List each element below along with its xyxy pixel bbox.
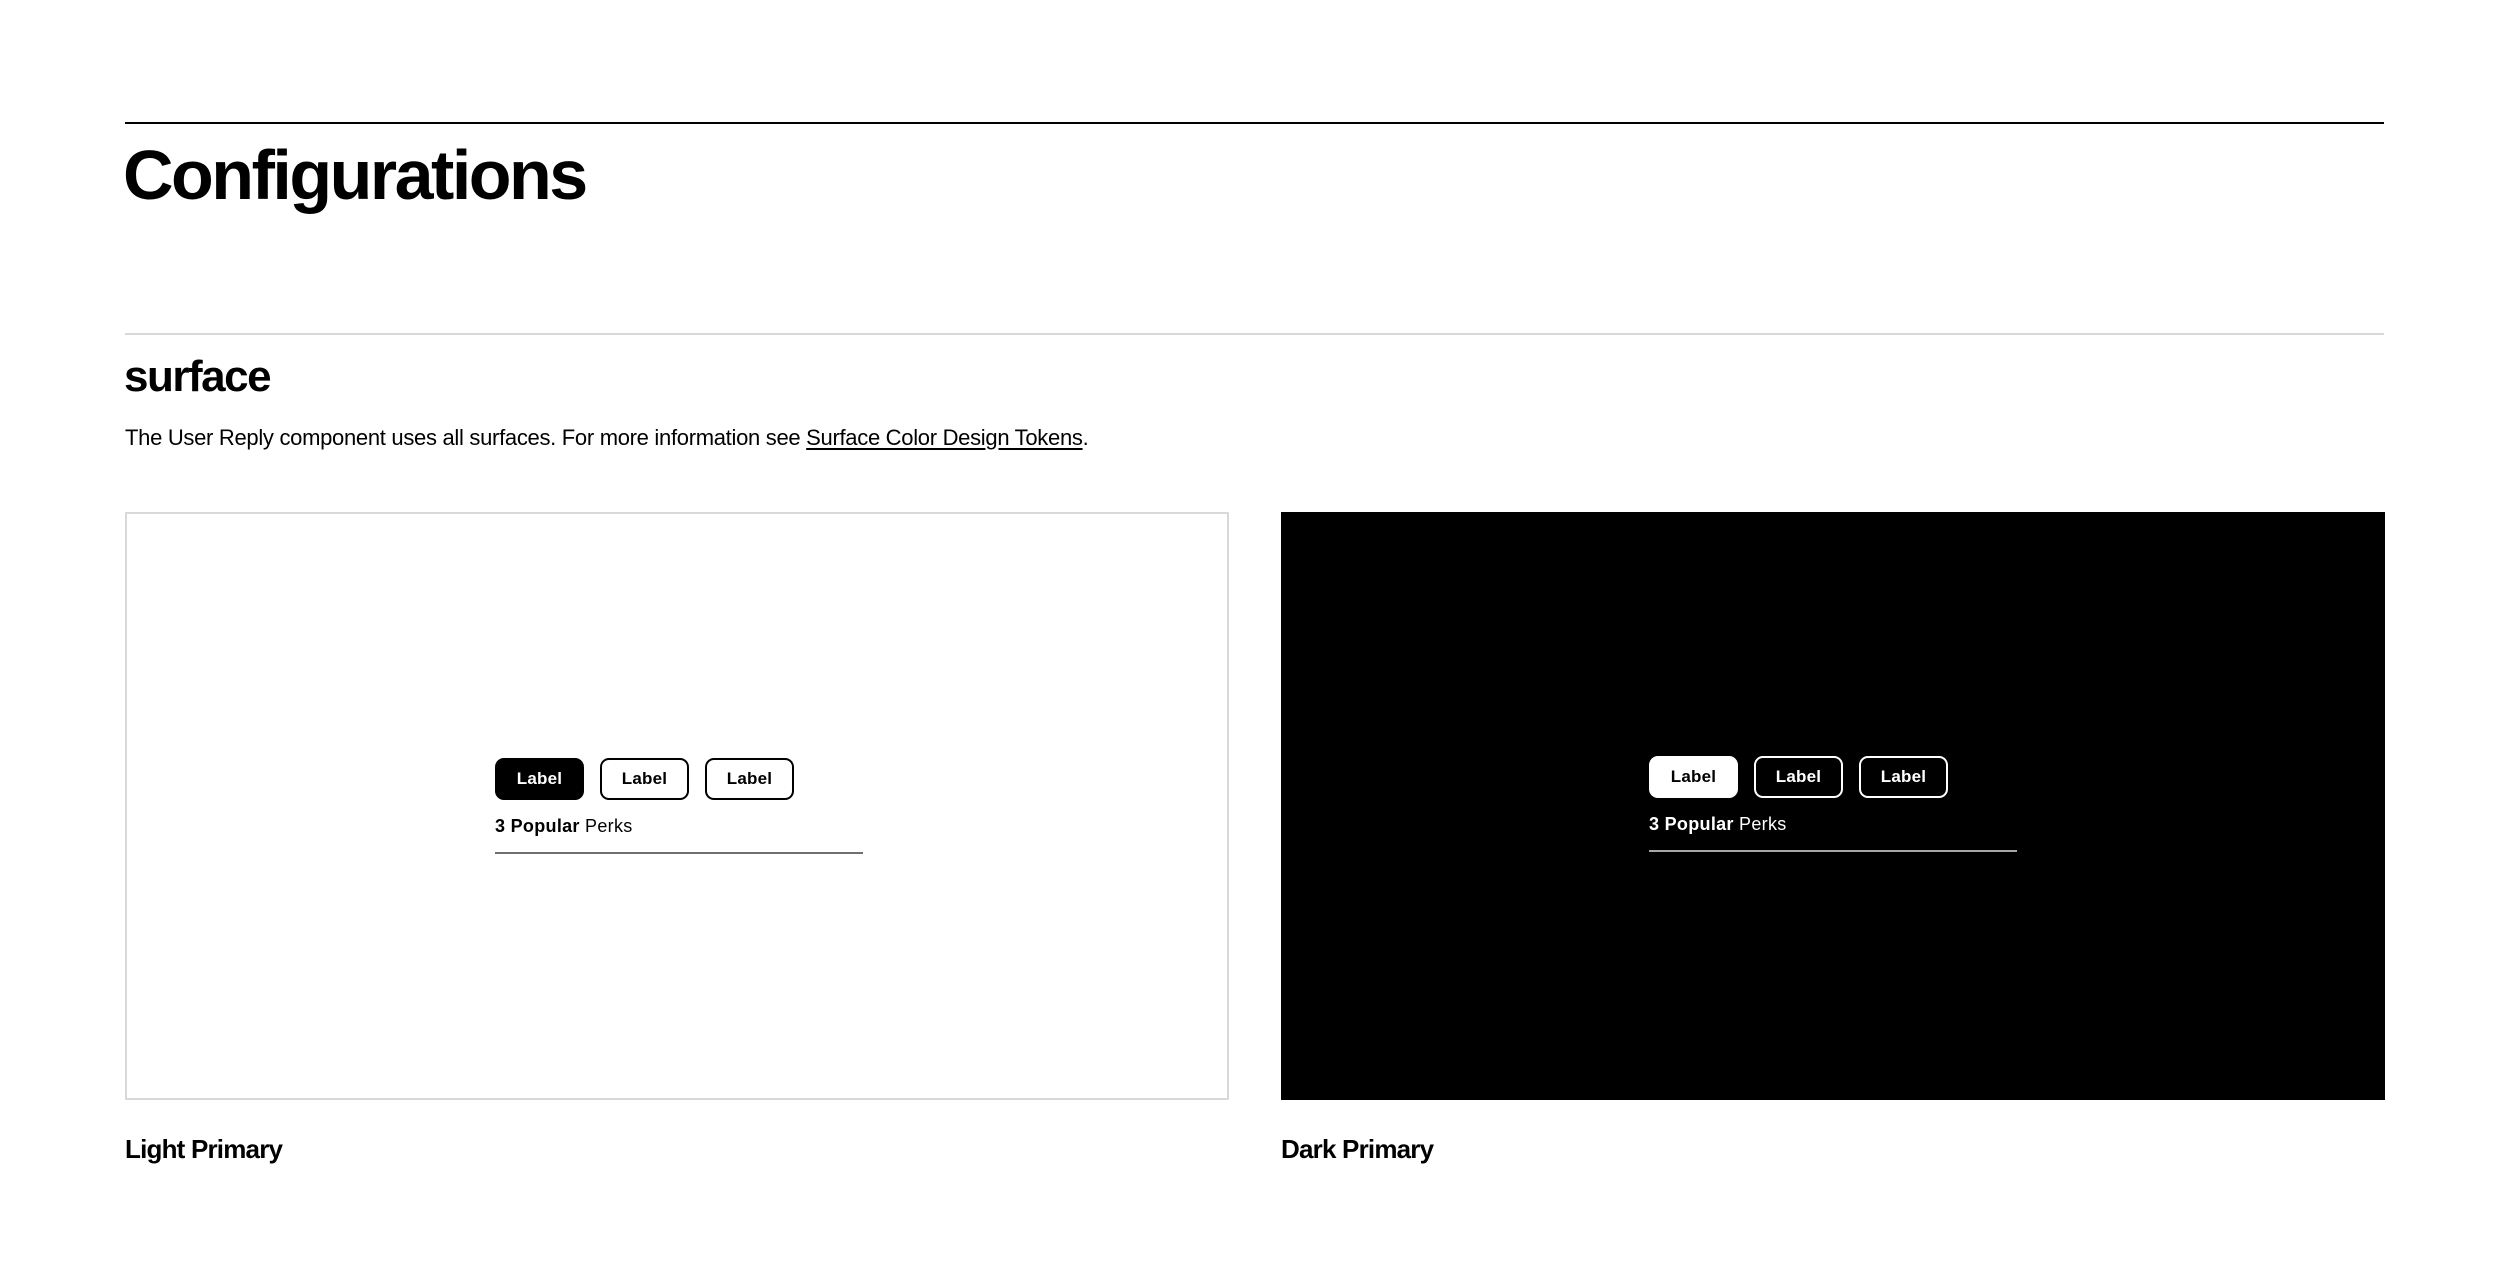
reply-chip[interactable]: Label <box>1859 756 1948 798</box>
section-divider <box>125 333 2384 335</box>
dark-primary-example: Label Label Label 3 Popular Perks <box>1281 512 2385 1100</box>
perks-bold-label: Popular <box>1664 814 1734 834</box>
section-title: surface <box>124 352 272 401</box>
reply-chip[interactable]: Label <box>1754 756 1843 798</box>
perks-label: Perks <box>585 816 633 836</box>
light-primary-caption: Light Primary <box>125 1134 283 1164</box>
reply-chip[interactable]: Label <box>705 758 794 800</box>
top-divider <box>125 122 2384 124</box>
surface-color-tokens-link[interactable]: Surface Color Design Tokens <box>806 425 1083 450</box>
reply-chip-selected[interactable]: Label <box>495 758 584 800</box>
perks-label: Perks <box>1739 814 1787 834</box>
description-text: The User Reply component uses all surfac… <box>125 425 807 450</box>
light-primary-example: Label Label Label 3 Popular Perks <box>125 512 1229 1100</box>
user-reply: Label Label Label 3 Popular Perks <box>495 758 863 854</box>
reply-underline <box>1649 849 2017 852</box>
reply-chip-selected[interactable]: Label <box>1649 756 1738 798</box>
section-description: The User Reply component uses all surfac… <box>125 424 1089 453</box>
dark-primary-caption: Dark Primary <box>1281 1134 1434 1164</box>
perks-summary: 3 Popular Perks <box>495 816 863 838</box>
perks-count: 3 <box>495 816 506 836</box>
reply-underline <box>495 851 863 854</box>
description-suffix: . <box>1082 425 1089 450</box>
reply-chips: Label Label Label <box>1649 756 2017 798</box>
page: Configurations surface The User Reply co… <box>0 0 2500 1263</box>
page-title: Configurations <box>123 136 588 214</box>
reply-chips: Label Label Label <box>495 758 863 800</box>
reply-chip[interactable]: Label <box>600 758 689 800</box>
perks-bold-label: Popular <box>510 816 580 836</box>
user-reply: Label Label Label 3 Popular Perks <box>1649 756 2017 852</box>
perks-summary: 3 Popular Perks <box>1649 814 2017 836</box>
perks-count: 3 <box>1649 814 1660 834</box>
